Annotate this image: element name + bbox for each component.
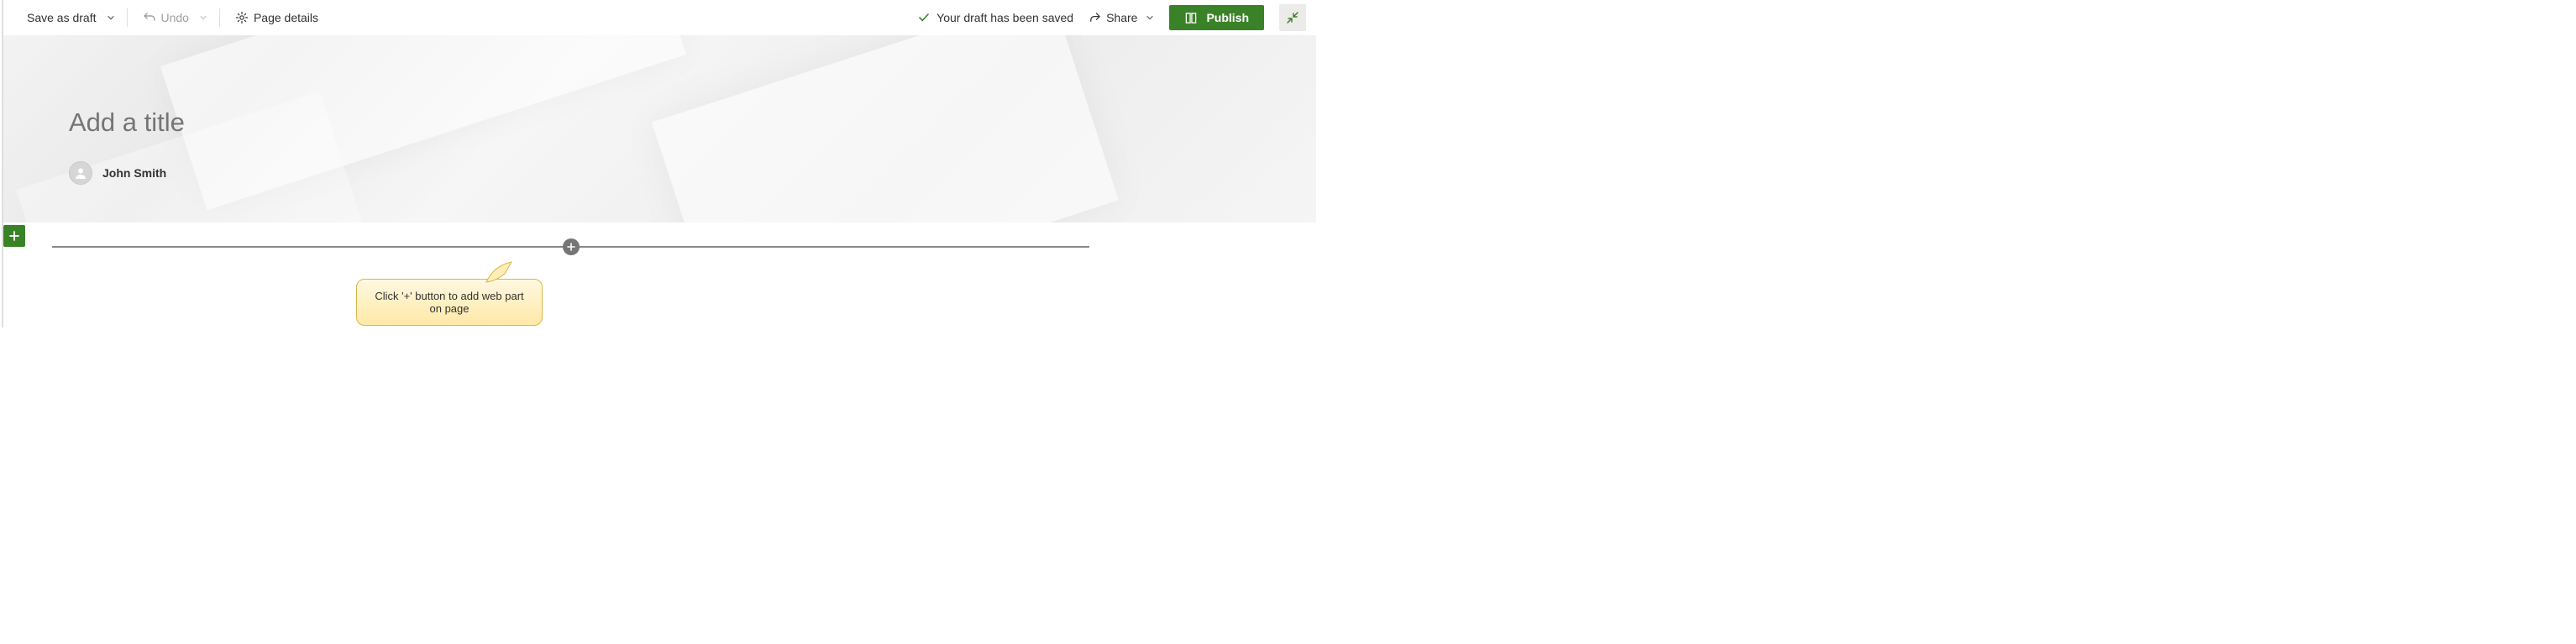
callout-tail-icon xyxy=(483,261,513,283)
undo-label: Undo xyxy=(161,11,189,24)
author-block: John Smith xyxy=(69,161,1316,185)
page-icon xyxy=(1184,12,1198,24)
collapse-icon xyxy=(1286,11,1299,24)
undo-button[interactable]: Undo xyxy=(138,8,194,28)
share-button[interactable]: Share xyxy=(1083,8,1159,28)
section-divider xyxy=(52,246,1089,248)
undo-icon xyxy=(143,11,156,24)
author-avatar[interactable] xyxy=(69,161,92,185)
publish-label: Publish xyxy=(1206,11,1249,24)
title-banner: John Smith xyxy=(3,35,1316,223)
draft-saved-label: Your draft has been saved xyxy=(936,11,1073,24)
toolbar-separator xyxy=(127,8,128,27)
undo-dropdown[interactable] xyxy=(197,10,209,25)
share-icon xyxy=(1089,12,1101,24)
chevron-down-icon xyxy=(107,13,115,22)
add-webpart-button[interactable] xyxy=(563,238,580,255)
command-bar-right: Your draft has been saved Share Publish xyxy=(918,4,1306,31)
save-as-draft-dropdown[interactable] xyxy=(105,10,117,25)
person-icon xyxy=(73,165,88,181)
page-canvas xyxy=(3,223,1316,327)
add-section-button[interactable] xyxy=(3,225,25,247)
page-title-input[interactable] xyxy=(69,107,573,138)
author-name: John Smith xyxy=(102,166,166,180)
command-bar: Save as draft Undo Page details Your dra… xyxy=(3,0,1316,35)
command-bar-left: Save as draft Undo Page details xyxy=(22,8,323,28)
save-as-draft-label: Save as draft xyxy=(27,11,97,24)
title-banner-content: John Smith xyxy=(3,35,1316,185)
draft-saved-status: Your draft has been saved xyxy=(918,11,1073,24)
gear-icon xyxy=(235,11,249,24)
instruction-callout: Click '+' button to add web part on page xyxy=(356,279,543,326)
publish-button[interactable]: Publish xyxy=(1169,5,1264,30)
plus-icon xyxy=(566,242,576,252)
callout-text: Click '+' button to add web part on page xyxy=(375,290,523,315)
share-label: Share xyxy=(1106,11,1137,24)
page-details-button[interactable]: Page details xyxy=(230,8,323,28)
chevron-down-icon xyxy=(199,13,207,22)
chevron-down-icon xyxy=(1146,13,1154,22)
save-as-draft-button[interactable]: Save as draft xyxy=(22,8,102,28)
checkmark-icon xyxy=(918,12,930,24)
collapse-button[interactable] xyxy=(1279,4,1306,31)
page-details-label: Page details xyxy=(254,11,318,24)
plus-icon xyxy=(8,230,20,242)
toolbar-separator xyxy=(219,8,220,27)
